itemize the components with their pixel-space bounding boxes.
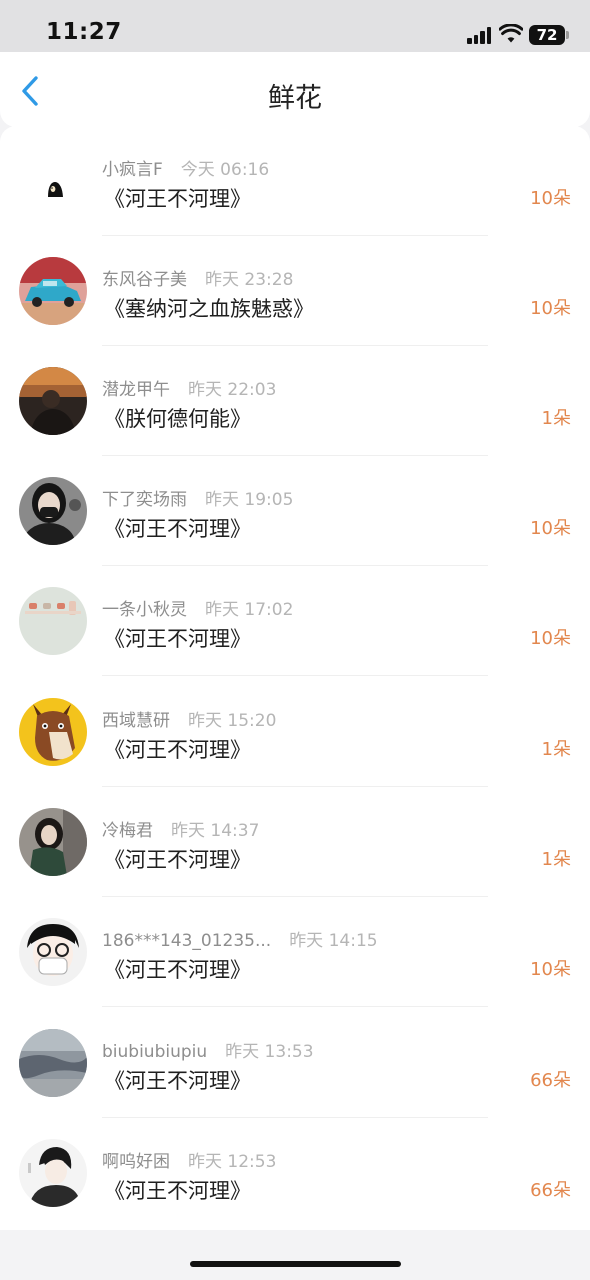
- book-title: 《河王不河理》: [104, 1179, 251, 1203]
- divider: [102, 675, 488, 676]
- timestamp: 昨天 17:02: [205, 600, 294, 620]
- avatar: [19, 808, 87, 876]
- list-item[interactable]: 下了奕场雨 昨天 19:05 《河王不河理》 10朵: [0, 456, 590, 566]
- username: 冷梅君: [102, 821, 153, 841]
- avatar: [19, 698, 87, 766]
- status-time: 11:27: [46, 19, 122, 45]
- username: 西域慧研: [102, 711, 170, 731]
- timestamp: 昨天 14:15: [289, 931, 378, 951]
- divider: [102, 1006, 488, 1007]
- avatar: [19, 147, 87, 215]
- flower-count: 1朵: [541, 739, 571, 760]
- avatar: [19, 1029, 87, 1097]
- list-item[interactable]: 东风谷子美 昨天 23:28 《塞纳河之血族魅惑》 10朵: [0, 236, 590, 346]
- timestamp: 今天 06:16: [180, 160, 270, 180]
- timestamp: 昨天 22:03: [188, 380, 277, 400]
- book-title: 《河王不河理》: [104, 738, 251, 762]
- list-item[interactable]: 小疯言F 今天 06:16 《河王不河理》 10朵: [0, 126, 590, 236]
- username: 啊呜好困: [102, 1152, 170, 1172]
- flower-count: 10朵: [530, 959, 571, 980]
- book-title: 《河王不河理》: [104, 848, 251, 872]
- avatar: [19, 477, 87, 545]
- page-title: 鲜花: [268, 83, 322, 114]
- home-indicator[interactable]: [190, 1261, 401, 1267]
- battery-cap: [566, 31, 569, 39]
- cellular-signal-icon: [467, 27, 493, 44]
- book-title: 《朕何德何能》: [104, 407, 251, 431]
- username: 东风谷子美: [102, 270, 187, 290]
- flower-count: 10朵: [530, 518, 571, 539]
- nav-bar: 鲜花: [0, 52, 590, 127]
- username: 下了奕场雨: [102, 490, 187, 510]
- list-item[interactable]: 啊呜好困 昨天 12:53 《河王不河理》 66朵: [0, 1118, 590, 1228]
- list-item[interactable]: 186***143_01235... 昨天 14:15 《河王不河理》 10朵: [0, 897, 590, 1007]
- book-title: 《河王不河理》: [104, 627, 251, 651]
- username: 小疯言F: [102, 160, 163, 180]
- flower-count: 1朵: [541, 408, 571, 429]
- wifi-icon: [499, 24, 523, 43]
- timestamp: 昨天 23:28: [205, 270, 294, 290]
- timestamp: 昨天 15:20: [188, 711, 277, 731]
- battery-icon: 72: [529, 25, 565, 45]
- status-bar: 11:27 72: [0, 0, 590, 52]
- book-title: 《塞纳河之血族魅惑》: [104, 297, 314, 321]
- flower-count: 10朵: [530, 188, 571, 209]
- book-title: 《河王不河理》: [104, 517, 251, 541]
- flower-gift-list: 小疯言F 今天 06:16 《河王不河理》 10朵 东风谷子美 昨天 23:28 《…: [0, 126, 590, 1230]
- list-item[interactable]: 西域慧研 昨天 15:20 《河王不河理》 1朵: [0, 677, 590, 787]
- book-title: 《河王不河理》: [104, 187, 251, 211]
- list-item[interactable]: biubiubiupiu 昨天 13:53 《河王不河理》 66朵: [0, 1008, 590, 1118]
- flower-count: 66朵: [530, 1180, 571, 1201]
- avatar: [19, 587, 87, 655]
- list-item[interactable]: 冷梅君 昨天 14:37 《河王不河理》 1朵: [0, 787, 590, 897]
- avatar: [19, 367, 87, 435]
- timestamp: 昨天 13:53: [225, 1042, 314, 1062]
- flower-count: 1朵: [541, 849, 571, 870]
- username: biubiubiupiu: [102, 1042, 208, 1062]
- flower-count: 66朵: [530, 1070, 571, 1091]
- flower-count: 10朵: [530, 628, 571, 649]
- username: 潜龙甲午: [102, 380, 170, 400]
- list-item[interactable]: 一条小秋灵 昨天 17:02 《河王不河理》 10朵: [0, 566, 590, 676]
- avatar: [19, 1139, 87, 1207]
- timestamp: 昨天 12:53: [188, 1152, 277, 1172]
- book-title: 《河王不河理》: [104, 958, 251, 982]
- avatar: [19, 257, 87, 325]
- book-title: 《河王不河理》: [104, 1069, 251, 1093]
- username: 一条小秋灵: [102, 600, 187, 620]
- avatar: [19, 918, 87, 986]
- username: 186***143_01235...: [102, 931, 272, 951]
- timestamp: 昨天 14:37: [171, 821, 260, 841]
- list-item[interactable]: 潜龙甲午 昨天 22:03 《朕何德何能》 1朵: [0, 346, 590, 456]
- flower-count: 10朵: [530, 298, 571, 319]
- timestamp: 昨天 19:05: [205, 490, 294, 510]
